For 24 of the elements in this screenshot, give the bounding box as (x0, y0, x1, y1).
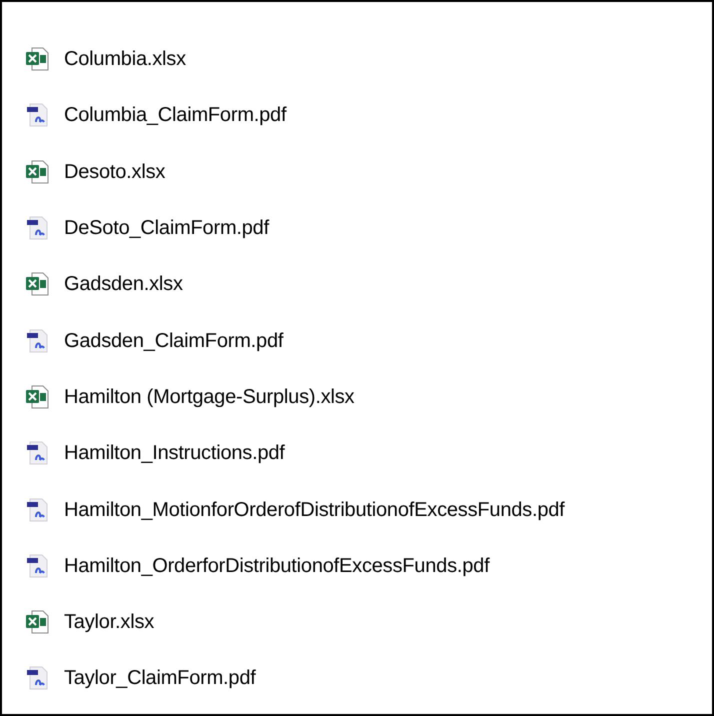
spreadsheet-file-icon (24, 271, 50, 298)
file-name[interactable]: Taylor_ClaimForm.pdf (64, 663, 256, 694)
file-name[interactable]: Hamilton (Mortgage-Surplus).xlsx (64, 382, 354, 412)
file-name[interactable]: Gadsden.xlsx (64, 269, 183, 300)
pdf-file-icon (24, 496, 50, 523)
file-name[interactable]: Gadsden_ClaimForm.pdf (64, 326, 284, 356)
file-name[interactable]: Hamilton_Instructions.pdf (64, 438, 285, 468)
file-name[interactable]: DeSoto_ClaimForm.pdf (64, 213, 269, 244)
pdf-file-icon (24, 102, 50, 128)
pdf-file-icon (24, 215, 50, 242)
file-name[interactable]: Columbia_ClaimForm.pdf (64, 100, 286, 130)
spreadsheet-file-icon (24, 46, 50, 72)
spreadsheet-file-icon (24, 609, 50, 636)
file-name[interactable]: Columbia.xlsx (64, 44, 186, 74)
file-name[interactable]: Taylor.xlsx (64, 607, 154, 638)
spreadsheet-file-icon (24, 384, 50, 410)
pdf-file-icon (24, 665, 50, 692)
pdf-file-icon (24, 440, 50, 466)
file-name[interactable]: Hamilton_MotionforOrderofDistributionofExcessFunds.pdf (64, 494, 565, 525)
pdf-file-icon (24, 552, 50, 579)
file-name[interactable]: Hamilton_OrderforDistributionofExcessFunds.pdf (64, 550, 490, 581)
file-name[interactable]: Desoto.xlsx (64, 156, 166, 187)
spreadsheet-file-icon (24, 158, 50, 185)
pdf-file-icon (24, 328, 50, 354)
